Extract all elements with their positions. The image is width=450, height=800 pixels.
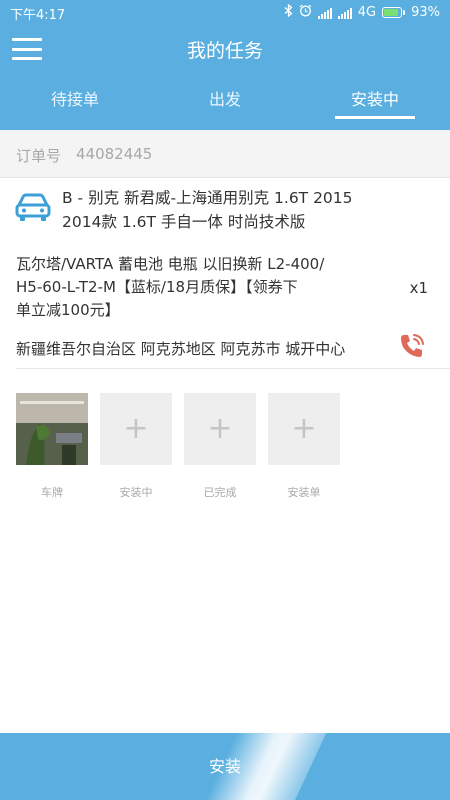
active-tab-indicator: [335, 116, 415, 119]
car-model: B - 别克 新君威-上海通用别克 1.6T 2015 2014款 1.6T 手…: [62, 186, 437, 234]
photo-label: 安装单: [287, 486, 321, 499]
tab-installing[interactable]: 安装中: [300, 86, 450, 110]
product-line1: 瓦尔塔/VARTA 蓄电池 电瓶 以旧换新 L2-400/: [16, 255, 325, 273]
alarm-icon: [299, 4, 312, 21]
product-line3: 单立减100元】: [16, 301, 120, 319]
signal-icon-2: [337, 7, 352, 19]
tab-depart[interactable]: 出发: [150, 86, 300, 110]
product-line2: H5-60-L-T2-M【蓝标/18月质保】【领券下: [16, 278, 298, 296]
signal-icon: [317, 7, 332, 19]
customer-address: 新疆维吾尔自治区 阿克苏地区 阿克苏市 城开中心: [16, 340, 346, 358]
status-icons: 4G 93%: [284, 3, 440, 21]
car-model-line2: 2014款 1.6T 手自一体 时尚技术版: [62, 213, 306, 231]
plus-icon: +: [207, 411, 233, 446]
status-time: 下午4:17: [10, 8, 66, 23]
section-divider: [16, 368, 450, 369]
add-photo-completed[interactable]: +: [184, 393, 256, 465]
photo-label: 车牌: [41, 486, 63, 499]
plus-icon: +: [291, 411, 317, 446]
bluetooth-icon: [284, 3, 293, 21]
order-number-row: 订单号 44082445: [0, 130, 450, 178]
license-plate-photo[interactable]: [16, 393, 88, 465]
battery-icon: [382, 7, 406, 18]
order-number-value: 44082445: [76, 145, 153, 163]
photo-label: 已完成: [203, 486, 237, 499]
car-model-line1: B - 别克 新君威-上海通用别克 1.6T 2015: [62, 189, 353, 207]
car-icon: [15, 193, 51, 223]
product-description: 瓦尔塔/VARTA 蓄电池 电瓶 以旧换新 L2-400/ H5-60-L-T2…: [16, 253, 371, 322]
install-button[interactable]: 安装: [0, 733, 450, 800]
order-number-label: 订单号: [16, 147, 62, 165]
tab-pending[interactable]: 待接单: [0, 86, 150, 110]
product-quantity: x1: [409, 279, 428, 297]
battery-level: 93%: [411, 5, 440, 20]
plus-icon: +: [123, 411, 149, 446]
phone-call-icon[interactable]: [398, 332, 426, 360]
photo-label: 安装中: [119, 486, 153, 499]
add-photo-install-form[interactable]: +: [268, 393, 340, 465]
app-header: 我的任务 待接单 出发 安装中: [0, 24, 450, 130]
page-title: 我的任务: [186, 40, 263, 62]
add-photo-installing[interactable]: +: [100, 393, 172, 465]
network-type: 4G: [357, 5, 377, 20]
status-bar: 下午4:17 4G 93%: [0, 0, 450, 24]
